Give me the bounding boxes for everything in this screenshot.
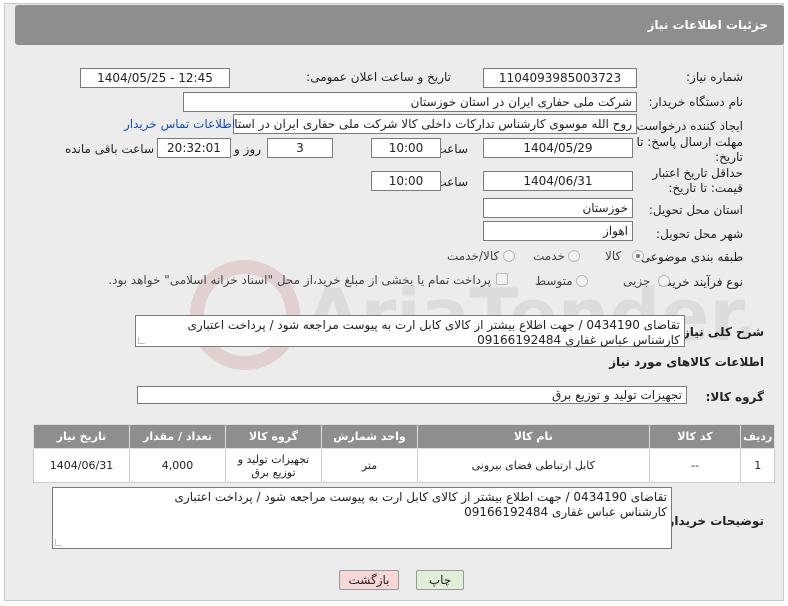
col-row: ردیف [740, 424, 775, 449]
process-partial-label: جزیی [623, 274, 651, 288]
validity-time-field[interactable]: 10:00 [371, 171, 441, 191]
col-unit: واحد شمارش [320, 424, 418, 449]
deadline-time-field[interactable]: 10:00 [371, 138, 441, 158]
description-line-1: تقاضای 0434190 / جهت اطلاع بیشتر از کالا… [187, 318, 681, 332]
notes-line-2: کارشناس عباس غفاری 09166192484 [464, 505, 667, 519]
cell-date: 1404/06/31 [32, 448, 131, 483]
city-label: شهر محل تحویل: [656, 227, 743, 241]
city-field[interactable]: اهواز [483, 221, 633, 241]
category-service-label: خدمت [533, 249, 565, 263]
need-number-label: شماره نیاز: [686, 70, 743, 84]
cell-code: -- [648, 448, 742, 483]
requester-label: ایجاد کننده درخواست: [632, 119, 743, 133]
cell-qty: 4,000 [129, 448, 226, 483]
goods-group-field[interactable]: تجهیزات تولید و توزیع برق [137, 386, 687, 404]
category-label: طبقه بندی موضوعی: [636, 250, 743, 264]
description-textarea[interactable]: تقاضای 0434190 / جهت اطلاع بیشتر از کالا… [135, 315, 685, 347]
category-goods-label: کالا [605, 249, 622, 263]
treasury-payment-note: پرداخت تمام یا بخشی از مبلغ خرید،از محل … [108, 273, 491, 287]
remaining-time-field[interactable]: 20:32:01 [157, 138, 231, 158]
goods-table: ردیف کد کالا نام کالا واحد شمارش گروه کا… [32, 424, 775, 483]
deadline-label: مهلت ارسال پاسخ: تا تاریخ: [636, 135, 743, 164]
buyer-notes-textarea[interactable]: تقاضای 0434190 / جهت اطلاع بیشتر از کالا… [52, 487, 672, 549]
cell-group: تجهیزات تولید و توزیع برق [225, 448, 322, 483]
print-button[interactable]: چاپ [416, 570, 464, 590]
page-title: جزئیات اطلاعات نیاز [647, 18, 768, 32]
process-label: نوع فرآیند خرید : [658, 275, 743, 289]
province-label: استان محل تحویل: [648, 203, 743, 217]
province-field[interactable]: خوزستان [483, 198, 633, 218]
buyer-org-label: نام دستگاه خریدار: [648, 95, 744, 109]
validity-date-field[interactable]: 1404/06/31 [483, 171, 633, 191]
price-validity-label: حداقل تاریخ اعتبار قیمت: تا تاریخ: [652, 166, 743, 195]
goods-info-title: اطلاعات کالاهای مورد نیاز [609, 355, 764, 369]
col-qty: تعداد / مقدار [129, 424, 226, 449]
buyer-notes-label: توضیحات خریدار: [662, 514, 764, 528]
col-name: نام کالا [416, 424, 650, 449]
days-field[interactable]: 3 [267, 138, 333, 158]
goods-table-header-row: ردیف کد کالا نام کالا واحد شمارش گروه کا… [32, 424, 775, 449]
resize-grip-icon[interactable] [138, 337, 145, 344]
buyer-contact-link[interactable]: اطلاعات تماس خریدار [124, 117, 235, 131]
col-date: تاریخ نیاز [32, 424, 131, 449]
buyer-org-field[interactable]: شرکت ملی حفاری ایران در استان خوزستان [183, 92, 637, 112]
category-goods-radio[interactable] [632, 250, 644, 262]
resize-grip-icon[interactable] [55, 539, 62, 546]
requester-field[interactable]: روح الله موسوی کارشناس تدارکات داخلی کال… [233, 114, 637, 134]
cell-row: 1 [740, 448, 775, 483]
col-group: گروه کالا [225, 424, 322, 449]
announce-datetime-label: تاریخ و ساعت اعلان عمومی: [306, 70, 451, 84]
day-and-label: روز و [234, 142, 261, 156]
col-code: کد کالا [648, 424, 742, 449]
goods-group-label: گروه کالا: [705, 390, 764, 404]
notes-line-1: تقاضای 0434190 / جهت اطلاع بیشتر از کالا… [174, 490, 668, 504]
description-line-2: کارشناس عباس غفاری 09166192484 [477, 333, 680, 347]
treasury-payment-checkbox[interactable] [496, 273, 508, 285]
process-medium-radio[interactable] [576, 275, 588, 287]
category-goods-service-radio[interactable] [503, 250, 515, 262]
need-number-field[interactable]: 1104093985003723 [483, 68, 637, 88]
deadline-date-field[interactable]: 1404/05/29 [483, 138, 633, 158]
back-button[interactable]: بازگشت [339, 570, 399, 590]
page-header: جزئیات اطلاعات نیاز [15, 5, 784, 45]
description-label: شرح کلی نیاز: [678, 325, 764, 339]
announce-datetime-field[interactable]: 1404/05/25 - 12:45 [80, 68, 230, 88]
process-partial-radio[interactable] [658, 275, 670, 287]
category-service-radio[interactable] [568, 250, 580, 262]
cell-name: کابل ارتباطی فضای بیرونی [416, 448, 650, 483]
table-row[interactable]: 1 -- کابل ارتباطی فضای بیرونی متر تجهیزا… [32, 448, 775, 483]
category-goods-service-label: کالا/خدمت [447, 249, 500, 263]
cell-unit: متر [320, 448, 418, 483]
remaining-label: ساعت باقی مانده [64, 142, 154, 156]
process-medium-label: متوسط [535, 274, 573, 288]
